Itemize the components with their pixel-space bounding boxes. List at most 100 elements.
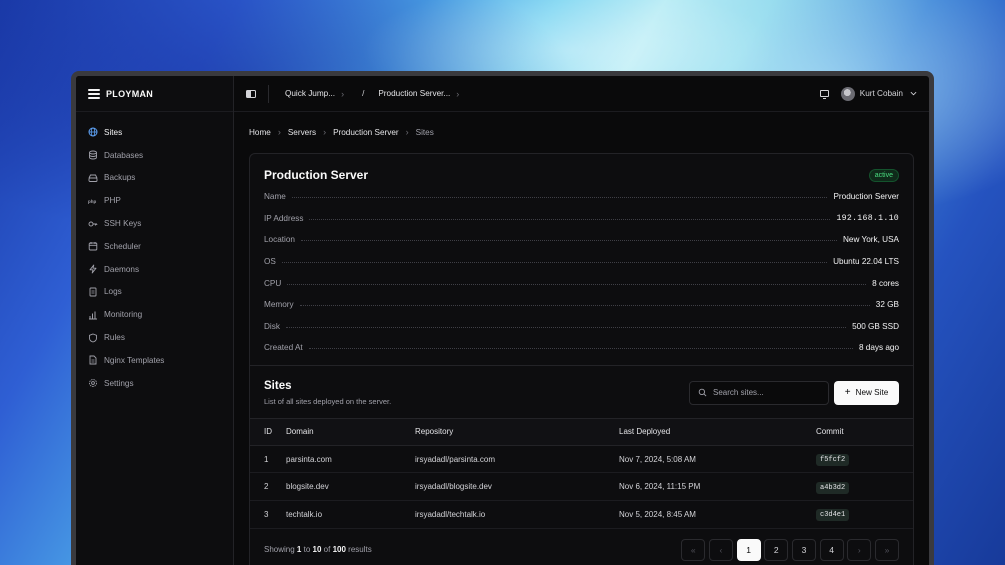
- server-select-button[interactable]: Production Server... ›: [378, 89, 459, 99]
- column-header-commit[interactable]: Commit: [816, 418, 913, 445]
- chevron-right-icon: ›: [277, 127, 281, 137]
- cell-commit: c3d4e1: [816, 500, 913, 528]
- cell-repository[interactable]: irsyadadl/parsinta.com: [415, 445, 619, 473]
- breadcrumb-home[interactable]: Home: [249, 128, 271, 137]
- server-card: Production Server active Name Production …: [249, 153, 914, 565]
- table-row[interactable]: 1 parsinta.com irsyadadl/parsinta.com No…: [250, 445, 913, 473]
- summary-text: Showing: [264, 545, 295, 555]
- quick-jump-label: Quick Jump...: [285, 89, 336, 98]
- new-site-button[interactable]: + New Site: [834, 380, 899, 405]
- search-box[interactable]: [689, 380, 829, 405]
- avatar[interactable]: [840, 86, 855, 101]
- last-page-button[interactable]: »: [875, 538, 899, 561]
- chevron-right-icon: ›: [456, 88, 460, 99]
- user-name[interactable]: Kurt Cobain: [860, 89, 903, 98]
- detail-row-ip: IP Address 192.168.1.10: [264, 208, 899, 230]
- column-header-repository[interactable]: Repository: [415, 418, 619, 445]
- section-title: Sites: [264, 379, 292, 392]
- column-header-domain[interactable]: Domain: [286, 418, 415, 445]
- gear-icon: [88, 378, 98, 388]
- cell-repository[interactable]: irsyadadl/blogsite.dev: [415, 473, 619, 501]
- status-badge: active: [868, 168, 899, 182]
- next-page-button[interactable]: ›: [847, 538, 872, 561]
- page-button-4[interactable]: 4: [819, 538, 844, 561]
- detail-label: OS: [264, 257, 276, 267]
- breadcrumb-server[interactable]: Production Server: [333, 128, 399, 137]
- dotted-leader: [291, 197, 828, 199]
- detail-label: Disk: [264, 321, 280, 331]
- detail-row-memory: Memory 32 GB: [264, 294, 899, 316]
- cell-last-deployed: Nov 7, 2024, 5:08 AM: [619, 454, 696, 464]
- monitor-icon[interactable]: [819, 90, 829, 99]
- page-content: Home › Servers › Production Server › Sit…: [234, 112, 929, 565]
- summary-to: 10: [312, 545, 322, 555]
- dotted-leader: [300, 240, 838, 242]
- sidebar-item-daemons[interactable]: Daemons: [76, 258, 233, 281]
- column-header-last-deployed[interactable]: Last Deployed: [619, 418, 816, 445]
- detail-value: 8 cores: [872, 278, 899, 288]
- dotted-leader: [299, 305, 870, 307]
- detail-row-disk: Disk 500 GB SSD: [264, 316, 899, 338]
- detail-label: Memory: [264, 300, 294, 310]
- sites-actions: + New Site: [689, 380, 899, 405]
- breadcrumb: Home › Servers › Production Server › Sit…: [249, 127, 914, 137]
- cell-id: 3: [264, 509, 269, 519]
- detail-row-name: Name Production Server: [264, 186, 899, 208]
- bolt-icon: [88, 264, 98, 274]
- breadcrumb-servers[interactable]: Servers: [288, 128, 316, 137]
- sidebar: PLOYMAN Sites Databases Backups php PHP …: [76, 76, 234, 565]
- table-row[interactable]: 3 techtalk.io irsyadadl/techtalk.io Nov …: [250, 500, 913, 529]
- cell-repository[interactable]: irsyadadl/techtalk.io: [415, 500, 619, 528]
- sidebar-item-logs[interactable]: Logs: [76, 281, 233, 304]
- bar-chart-icon: [88, 310, 98, 320]
- sidebar-item-monitoring[interactable]: Monitoring: [76, 303, 233, 326]
- table-header-row: ID Domain Repository Last Deployed Commi…: [250, 418, 913, 446]
- cell-domain[interactable]: blogsite.dev: [286, 473, 415, 501]
- shield-icon: [88, 333, 98, 343]
- cell-id: 1: [264, 454, 269, 464]
- sidebar-item-backups[interactable]: Backups: [76, 167, 233, 190]
- sidebar-item-label: Backups: [104, 173, 136, 183]
- quick-jump-button[interactable]: Quick Jump... ›: [285, 89, 344, 99]
- breadcrumb-current: Sites: [415, 127, 434, 137]
- sidebar-item-settings[interactable]: Settings: [76, 372, 233, 395]
- cell-commit: f5fcf2: [816, 445, 913, 473]
- chevron-right-icon: ›: [405, 127, 409, 137]
- hard-drive-icon: [88, 173, 98, 183]
- sidebar-item-rules[interactable]: Rules: [76, 326, 233, 349]
- sidebar-toggle-icon[interactable]: [246, 89, 256, 98]
- first-page-button[interactable]: «: [681, 538, 706, 561]
- sidebar-item-databases[interactable]: Databases: [76, 144, 233, 167]
- plus-icon: +: [844, 386, 851, 398]
- detail-label: Location: [264, 235, 295, 245]
- detail-value: Ubuntu 22.04 LTS: [833, 257, 899, 267]
- page-button-2[interactable]: 2: [764, 538, 789, 561]
- sidebar-item-label: Daemons: [104, 264, 140, 274]
- cell-domain[interactable]: techtalk.io: [286, 500, 415, 528]
- search-input[interactable]: [713, 388, 823, 398]
- sidebar-item-ssh-keys[interactable]: SSH Keys: [76, 212, 233, 235]
- sidebar-item-php[interactable]: php PHP: [76, 189, 233, 212]
- commit-badge: f5fcf2: [816, 454, 850, 467]
- cell-commit: a4b3d2: [816, 473, 913, 501]
- brand[interactable]: PLOYMAN: [76, 76, 233, 112]
- topbar-right: Kurt Cobain: [819, 86, 917, 101]
- page-button-3[interactable]: 3: [791, 538, 816, 561]
- divider: [268, 84, 269, 103]
- sidebar-item-nginx-templates[interactable]: Nginx Templates: [76, 349, 233, 372]
- php-icon: php: [88, 196, 98, 206]
- sidebar-item-scheduler[interactable]: Scheduler: [76, 235, 233, 258]
- page-button-1[interactable]: 1: [736, 538, 761, 561]
- detail-value: 500 GB SSD: [852, 321, 899, 331]
- column-header-id[interactable]: ID: [250, 418, 286, 445]
- table-row[interactable]: 2 blogsite.dev irsyadadl/blogsite.dev No…: [250, 473, 913, 501]
- path-separator: /: [362, 89, 365, 98]
- prev-page-button[interactable]: ‹: [708, 538, 733, 561]
- detail-value: New York, USA: [843, 235, 899, 245]
- results-summary: Showing 1 to 10 of 100 results: [264, 545, 372, 554]
- chevron-down-icon[interactable]: [910, 90, 917, 97]
- cell-domain[interactable]: parsinta.com: [286, 445, 415, 473]
- chevron-right-icon: ›: [341, 88, 345, 99]
- sidebar-item-sites[interactable]: Sites: [76, 121, 233, 144]
- detail-row-created: Created At 8 days ago: [264, 337, 899, 359]
